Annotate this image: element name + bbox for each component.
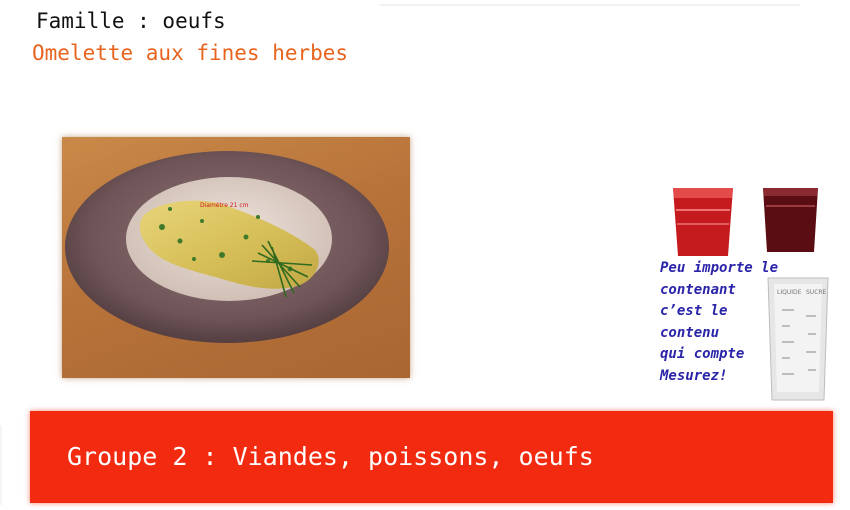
measure-advice: Peu importe le contenant c’est le conten… xyxy=(660,260,779,384)
plate-caption: Diamètre 21 cm xyxy=(200,202,249,209)
plate-illustration: Diamètre 21 cm xyxy=(65,151,389,343)
top-divider xyxy=(380,4,800,6)
left-edge-divider xyxy=(0,425,2,505)
svg-text:LIQUIDE: LIQUIDE xyxy=(777,289,802,296)
red-cup xyxy=(673,188,733,256)
family-label: Famille : oeufs xyxy=(36,9,226,33)
recipe-title: Omelette aux fines herbes xyxy=(32,41,349,65)
svg-text:SUCRE: SUCRE xyxy=(806,289,827,296)
group-label: Groupe 2 : Viandes, poissons, oeufs xyxy=(67,442,594,471)
wine-cup xyxy=(763,188,818,252)
group-banner: Groupe 2 : Viandes, poissons, oeufs xyxy=(30,411,833,503)
omelette-photo: Diamètre 21 cm xyxy=(62,137,410,378)
